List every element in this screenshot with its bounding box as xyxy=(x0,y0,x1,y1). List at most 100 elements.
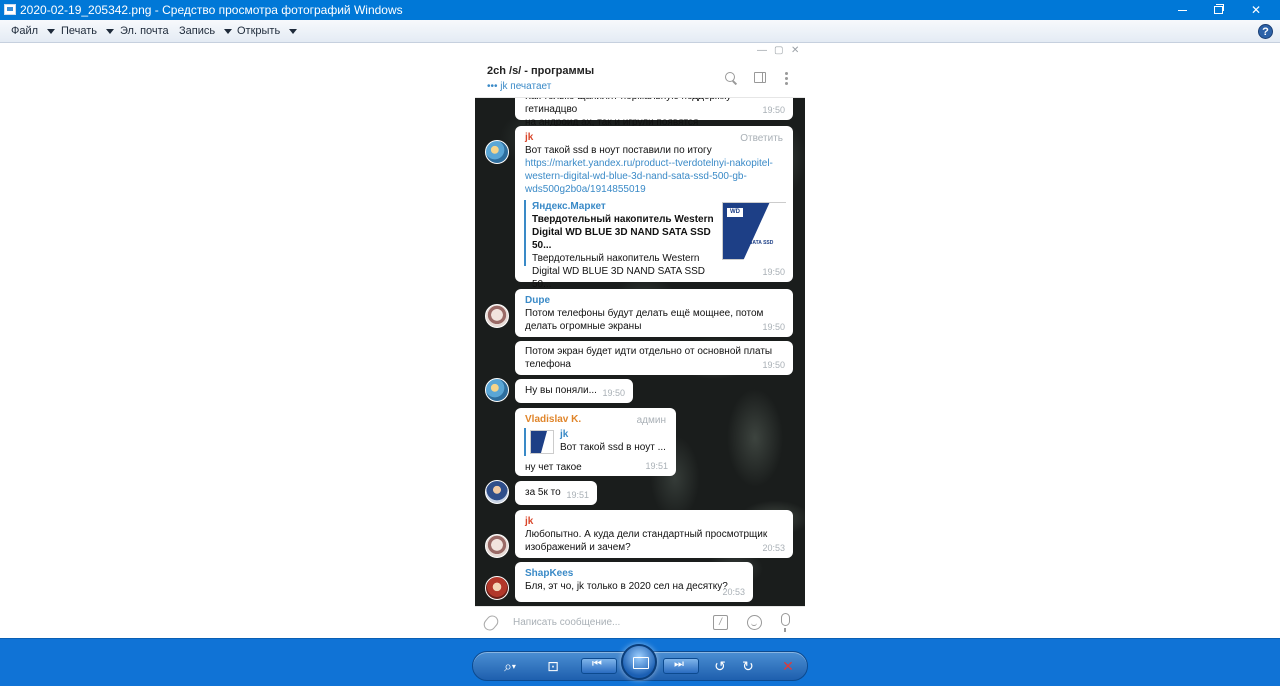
close-button[interactable]: ✕ xyxy=(1238,0,1274,20)
message-time: 19:50 xyxy=(762,267,785,277)
dropdown-arrow-icon xyxy=(106,28,115,34)
avatar[interactable] xyxy=(485,140,509,164)
message-bubble[interactable]: ShapKees Бля, эт чо, jk только в 2020 се… xyxy=(515,562,753,602)
rotate-left-icon: ↺ xyxy=(714,657,726,674)
sidebar-toggle-icon[interactable] xyxy=(754,72,766,83)
sender-name[interactable]: Dupe xyxy=(525,294,783,307)
message-text: делать огромные экраны xyxy=(525,321,642,332)
dropdown-arrow-icon xyxy=(289,28,298,34)
message-bubble[interactable]: за 5к то 19:51 xyxy=(515,481,597,505)
menu-open[interactable]: Открыть xyxy=(237,25,298,37)
avatar[interactable] xyxy=(485,576,509,600)
next-icon: ⏭ xyxy=(674,658,684,670)
message-text: Потом экран будет идти отдельно от основ… xyxy=(525,346,773,357)
minimize-button[interactable] xyxy=(1164,0,1200,20)
avatar[interactable] xyxy=(485,378,509,402)
compose-bar: Написать сообщение... / xyxy=(475,606,805,638)
tg-close-icon[interactable]: ✕ xyxy=(791,45,799,56)
message-time: 19:50 xyxy=(762,105,785,115)
message-link[interactable]: https://market.yandex.ru/product--tverdo… xyxy=(525,157,783,170)
telegram-window-controls: — ▢ ✕ xyxy=(475,43,805,60)
preview-title: Твердотельный накопитель Western xyxy=(532,214,714,225)
link-preview[interactable]: Яндекс.Маркет Твердотельный накопитель W… xyxy=(524,200,787,290)
typing-indicator: ••• jk печатает xyxy=(487,81,552,92)
restore-button[interactable] xyxy=(1200,0,1236,20)
avatar[interactable] xyxy=(485,534,509,558)
message-bubble[interactable]: Vladislav K. админ jk Вот такой ssd в но… xyxy=(515,408,676,476)
menu-email[interactable]: Эл. почта xyxy=(120,25,169,37)
rotate-counterclockwise-button[interactable]: ↺ xyxy=(709,652,731,680)
help-icon[interactable]: ? xyxy=(1258,24,1273,39)
message-time: 19:50 xyxy=(602,388,625,398)
tg-maximize-icon[interactable]: ▢ xyxy=(774,45,783,56)
preview-title: Digital WD BLUE 3D NAND SATA SSD 50... xyxy=(532,227,711,251)
microphone-icon[interactable] xyxy=(781,613,790,632)
message-time: 19:50 xyxy=(762,322,785,332)
dropdown-arrow-icon xyxy=(47,28,56,34)
reply-quote[interactable]: jk Вот такой ssd в ноут ... xyxy=(524,428,666,456)
dropdown-arrow-icon xyxy=(224,28,233,34)
message-bubble[interactable]: jk Любопытно. А куда дели стандартный пр… xyxy=(515,510,793,558)
message-text: Бля, эт чо, jk только в 2020 сел на деся… xyxy=(525,581,728,592)
quote-thumbnail xyxy=(530,430,554,454)
menu-burn[interactable]: Запись xyxy=(179,25,233,37)
search-icon[interactable] xyxy=(725,72,737,84)
slideshow-button[interactable] xyxy=(621,644,657,680)
message-text: Как только щапилят нормальную поддержку … xyxy=(525,98,731,115)
message-link[interactable]: wds500g2b0a/1914855019 xyxy=(525,183,783,196)
avatar[interactable] xyxy=(485,304,509,328)
chat-header: 2ch /s/ - программы ••• jk печатает xyxy=(475,60,805,98)
message-text: ну чет такое xyxy=(525,462,582,473)
avatar[interactable] xyxy=(485,480,509,504)
next-button[interactable]: ⏭ xyxy=(663,658,699,674)
message-text: Вот такой ssd в ноут поставили по итогу xyxy=(525,145,712,156)
message-link[interactable]: western-digital-wd-blue-3d-nand-sata-ssd… xyxy=(525,170,783,183)
actual-size-button[interactable]: ⊡ xyxy=(541,652,565,680)
message-bubble[interactable]: Dupe Потом телефоны будут делать ещё мощ… xyxy=(515,289,793,337)
message-bubble[interactable]: jk Ответить Вот такой ssd в ноут постави… xyxy=(515,126,793,290)
tg-minimize-icon[interactable]: — xyxy=(757,45,767,56)
admin-badge: админ xyxy=(636,415,666,426)
thumbnail-brand: WD xyxy=(727,208,743,217)
more-options-icon[interactable] xyxy=(785,72,788,85)
bot-command-icon[interactable]: / xyxy=(713,615,728,630)
thumbnail-label: SATA SSD xyxy=(749,240,774,246)
menu-bar: Файл Печать Эл. почта Запись Открыть xyxy=(0,20,1280,43)
message-bubble[interactable]: Потом экран будет идти отдельно от основ… xyxy=(515,341,793,375)
message-time: 20:53 xyxy=(722,587,745,597)
sender-name[interactable]: ShapKees xyxy=(525,567,743,580)
magnifier-icon: ⌕ xyxy=(504,657,512,674)
menu-file[interactable]: Файл xyxy=(11,25,56,37)
quote-text: Вот такой ssd в ноут ... xyxy=(560,442,666,453)
message-bubble[interactable]: Как только щапилят нормальную поддержку … xyxy=(515,98,793,128)
message-text: телефона xyxy=(525,359,571,370)
paperclip-icon[interactable] xyxy=(481,613,501,633)
delete-button[interactable]: ✕ xyxy=(777,652,799,680)
preview-thumbnail[interactable]: WD SATA SSD xyxy=(722,202,787,261)
preview-description: Твердотельный накопитель Western xyxy=(532,253,700,264)
emoji-icon[interactable] xyxy=(747,615,762,630)
message-list[interactable]: Как только щапилят нормальную поддержку … xyxy=(475,98,805,606)
quote-sender: jk xyxy=(560,429,569,440)
zoom-button[interactable]: ⌕ ▾ xyxy=(495,652,525,680)
restore-icon xyxy=(1213,4,1224,14)
close-icon: ✕ xyxy=(1250,3,1262,17)
reply-button[interactable]: Ответить xyxy=(740,132,783,145)
chat-title[interactable]: 2ch /s/ - программы xyxy=(487,65,594,77)
title-bar: 2020-02-19_205342.png - Средство просмот… xyxy=(0,0,1280,20)
message-input[interactable]: Написать сообщение... xyxy=(513,617,620,628)
previous-icon: ⏮ xyxy=(592,658,602,670)
window-title: 2020-02-19_205342.png - Средство просмот… xyxy=(20,3,403,17)
message-text: Любопытно. А куда дели стандартный просм… xyxy=(525,529,768,540)
actual-size-icon: ⊡ xyxy=(547,657,559,674)
message-bubble[interactable]: Ну вы поняли... 19:50 xyxy=(515,379,633,403)
message-time: 19:50 xyxy=(762,360,785,370)
menu-print[interactable]: Печать xyxy=(61,25,115,37)
sender-name[interactable]: jk xyxy=(525,515,783,528)
message-time: 19:51 xyxy=(645,461,668,471)
previous-button[interactable]: ⏮ xyxy=(581,658,617,674)
photo-viewer-icon xyxy=(4,4,16,15)
rotate-clockwise-button[interactable]: ↻ xyxy=(737,652,759,680)
message-time: 19:51 xyxy=(566,490,589,500)
minimize-icon xyxy=(1177,9,1187,11)
